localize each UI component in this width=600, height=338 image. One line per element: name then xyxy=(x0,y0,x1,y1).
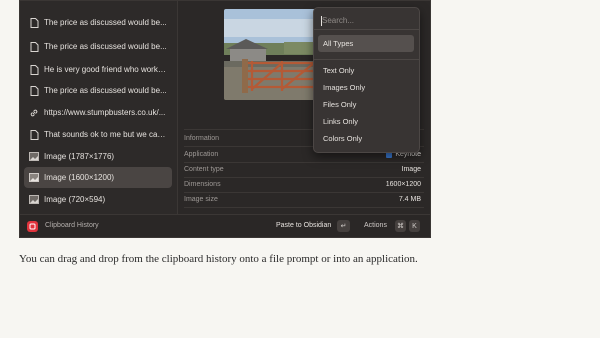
info-label-image-size: Image size xyxy=(184,196,218,203)
document-icon xyxy=(24,41,44,52)
paste-to-obsidian-button[interactable]: Paste to Obsidian xyxy=(276,222,331,229)
document-icon xyxy=(24,17,44,28)
list-item-label: Image (1600×1200) xyxy=(44,173,115,182)
image-icon xyxy=(24,195,44,204)
option-all-types[interactable]: All Types xyxy=(318,35,414,52)
image-icon xyxy=(24,173,44,182)
divider xyxy=(314,29,419,30)
option-images-only[interactable]: Images Only xyxy=(318,79,414,96)
image-preview xyxy=(224,9,320,100)
info-heading: Information xyxy=(184,135,220,142)
list-item-label: He is very good friend who works... xyxy=(44,65,168,74)
divider xyxy=(184,207,424,208)
list-item[interactable]: The price as discussed would be... xyxy=(24,12,172,33)
clipboard-history-window: The price as discussed would be... The p… xyxy=(19,0,431,238)
option-colors-only[interactable]: Colors Only xyxy=(318,130,414,147)
action-bar: Clipboard History Paste to Obsidian ↵ Ac… xyxy=(20,214,430,237)
list-item[interactable]: Image (720×594) xyxy=(24,189,172,210)
info-label-content-type: Content type xyxy=(184,166,224,173)
divider xyxy=(184,177,424,178)
list-item-label: That sounds ok to me but we can... xyxy=(44,130,168,139)
k-key-hint: K xyxy=(409,220,420,232)
list-item[interactable]: That sounds ok to me but we can... xyxy=(24,124,172,145)
dropdown-search-input[interactable]: Search... xyxy=(322,16,354,25)
list-item[interactable]: https://www.stumpbusters.co.uk/... xyxy=(24,102,172,123)
list-item-label: The price as discussed would be... xyxy=(44,86,167,95)
list-item-label: The price as discussed would be... xyxy=(44,18,167,27)
divider xyxy=(184,162,424,163)
info-label-application: Application xyxy=(184,151,219,158)
list-item[interactable]: The price as discussed would be... xyxy=(24,36,172,57)
list-item[interactable]: The price as discussed would be... xyxy=(24,80,172,101)
info-value-image-size: 7.4 MB xyxy=(398,196,421,203)
option-files-only[interactable]: Files Only xyxy=(318,96,414,113)
caption-text: You can drag and drop from the clipboard… xyxy=(19,253,418,265)
option-text-only[interactable]: Text Only xyxy=(318,62,414,79)
document-icon xyxy=(24,85,44,96)
option-links-only[interactable]: Links Only xyxy=(318,113,414,130)
document-icon xyxy=(24,129,44,140)
divider xyxy=(314,59,419,60)
divider xyxy=(184,192,424,193)
list-item-label: Image (720×594) xyxy=(44,195,106,204)
command-key-hint: ⌘ xyxy=(395,220,406,232)
list-item-label: The price as discussed would be... xyxy=(44,42,167,51)
clipboard-history-icon xyxy=(27,221,38,232)
info-value-dimensions: 1600×1200 xyxy=(385,181,421,188)
info-label-dimensions: Dimensions xyxy=(184,181,221,188)
enter-key-hint: ↵ xyxy=(337,220,350,232)
info-value-content-type: Image xyxy=(401,166,421,173)
clipboard-list: The price as discussed would be... The p… xyxy=(20,1,177,214)
type-filter-dropdown[interactable]: Search... All Types Text Only Images Onl… xyxy=(313,7,420,153)
list-item-label: https://www.stumpbusters.co.uk/... xyxy=(44,108,166,117)
actions-button[interactable]: Actions xyxy=(364,222,387,229)
list-item[interactable]: Image (1787×1776) xyxy=(24,146,172,167)
list-item-label: Image (1787×1776) xyxy=(44,152,115,161)
image-icon xyxy=(24,152,44,161)
list-item[interactable]: He is very good friend who works... xyxy=(24,59,172,80)
document-icon xyxy=(24,64,44,75)
link-icon xyxy=(24,108,44,118)
app-name: Clipboard History xyxy=(45,222,99,229)
list-item-selected[interactable]: Image (1600×1200) xyxy=(24,167,172,188)
